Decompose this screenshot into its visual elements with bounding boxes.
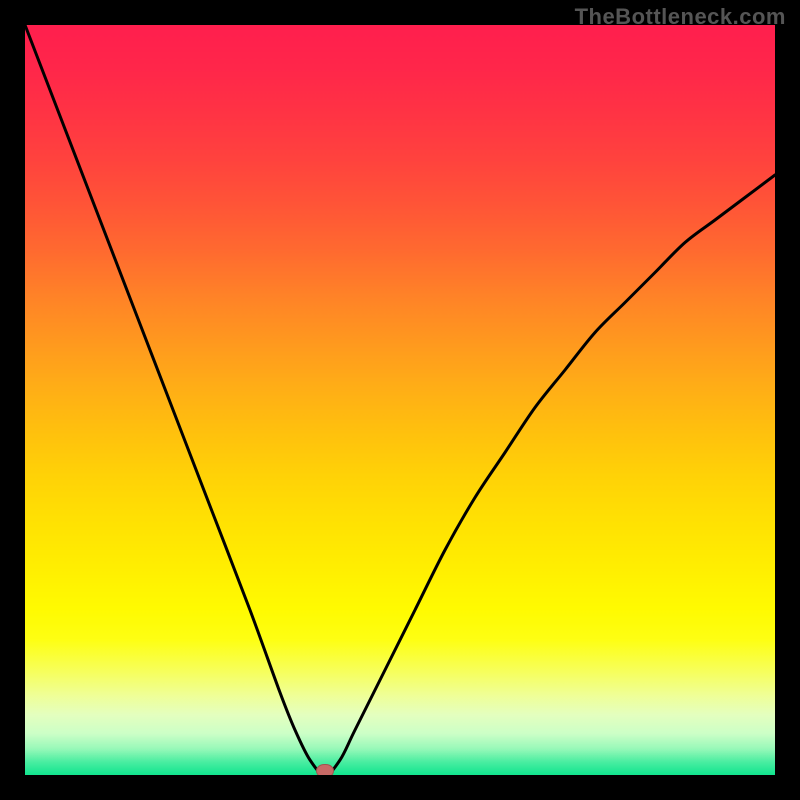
- watermark-text: TheBottleneck.com: [575, 4, 786, 30]
- chart-frame: TheBottleneck.com: [0, 0, 800, 800]
- plot-area: [25, 25, 775, 775]
- curve-path: [25, 25, 775, 775]
- optimum-marker: [316, 764, 334, 775]
- bottleneck-curve: [25, 25, 775, 775]
